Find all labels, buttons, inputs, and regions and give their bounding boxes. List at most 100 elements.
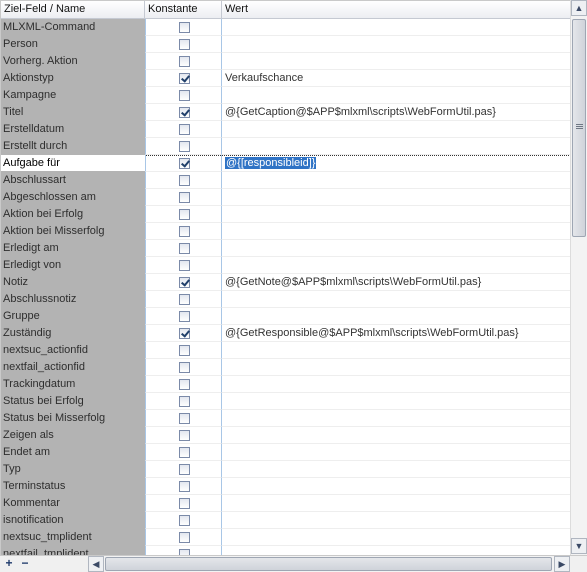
field-name-cell[interactable]: Kommentar	[1, 495, 145, 512]
table-row[interactable]: isnotification	[1, 512, 570, 529]
table-row[interactable]: nextfail_tmplident	[1, 546, 570, 555]
value-cell[interactable]	[222, 478, 570, 495]
table-row[interactable]: Zuständig @{GetResponsible@$APP$mlxml\scr…	[1, 325, 570, 342]
constant-checkbox[interactable]	[179, 39, 190, 50]
constant-checkbox[interactable]	[179, 73, 190, 84]
table-row[interactable]: Status bei Misserfolg	[1, 410, 570, 427]
value-cell[interactable]	[222, 342, 570, 359]
table-row[interactable]: Endet am	[1, 444, 570, 461]
table-row[interactable]: Person	[1, 36, 570, 53]
field-name-cell[interactable]: Erstellt durch	[1, 138, 145, 155]
value-cell[interactable]	[222, 427, 570, 444]
table-row[interactable]: Titel @{GetCaption@$APP$mlxml\scripts\Web…	[1, 104, 570, 121]
constant-checkbox[interactable]	[179, 90, 190, 101]
horizontal-scroll-thumb[interactable]	[105, 557, 552, 571]
constant-checkbox[interactable]	[179, 515, 190, 526]
value-cell[interactable]: @{[responsibleid]}	[222, 155, 570, 172]
value-cell[interactable]: @{GetNote@$APP$mlxml\scripts\WebFormUtil…	[222, 274, 570, 291]
scroll-down-button[interactable]: ▼	[571, 538, 587, 554]
value-cell[interactable]	[222, 172, 570, 189]
constant-checkbox[interactable]	[179, 22, 190, 33]
field-name-cell[interactable]: Vorherg. Aktion	[1, 53, 145, 70]
value-cell[interactable]	[222, 376, 570, 393]
table-row[interactable]: Trackingdatum	[1, 376, 570, 393]
vertical-scroll-thumb[interactable]	[572, 19, 586, 237]
value-cell[interactable]	[222, 257, 570, 274]
table-row[interactable]: Typ	[1, 461, 570, 478]
constant-checkbox[interactable]	[179, 107, 190, 118]
value-cell[interactable]	[222, 512, 570, 529]
constant-checkbox[interactable]	[179, 124, 190, 135]
value-cell[interactable]	[222, 53, 570, 70]
table-row[interactable]: Aktion bei Erfolg	[1, 206, 570, 223]
table-row[interactable]: Terminstatus	[1, 478, 570, 495]
table-row[interactable]: Erledigt von	[1, 257, 570, 274]
constant-checkbox[interactable]	[179, 481, 190, 492]
value-cell[interactable]: Verkaufschance	[222, 70, 570, 87]
field-name-cell[interactable]: Aktion bei Erfolg	[1, 206, 145, 223]
value-cell[interactable]	[222, 19, 570, 36]
field-name-cell[interactable]: nextsuc_actionfid	[1, 342, 145, 359]
field-name-cell[interactable]: nextfail_tmplident	[1, 546, 145, 555]
field-name-cell[interactable]: Status bei Erfolg	[1, 393, 145, 410]
scroll-left-button[interactable]: ◀	[88, 556, 104, 572]
field-name-cell[interactable]: Kampagne	[1, 87, 145, 104]
table-row[interactable]: Aufgabe für @{[responsibleid]}	[1, 155, 570, 172]
constant-checkbox[interactable]	[179, 226, 190, 237]
constant-checkbox[interactable]	[179, 379, 190, 390]
value-cell[interactable]	[222, 393, 570, 410]
column-header-name[interactable]: Ziel-Feld / Name	[1, 1, 145, 19]
horizontal-scrollbar[interactable]: ◀ ▶	[88, 556, 570, 572]
value-cell[interactable]	[222, 206, 570, 223]
value-cell[interactable]	[222, 291, 570, 308]
table-row[interactable]: nextsuc_tmplident	[1, 529, 570, 546]
value-cell[interactable]	[222, 138, 570, 155]
vertical-scrollbar[interactable]: ▲ ▼	[570, 0, 587, 555]
field-name-cell[interactable]: Status bei Misserfolg	[1, 410, 145, 427]
field-name-cell[interactable]: Erledigt am	[1, 240, 145, 257]
value-cell[interactable]	[222, 223, 570, 240]
field-name-cell[interactable]: nextsuc_tmplident	[1, 529, 145, 546]
constant-checkbox[interactable]	[179, 430, 190, 441]
constant-checkbox[interactable]	[179, 209, 190, 220]
value-cell[interactable]	[222, 546, 570, 555]
value-cell[interactable]	[222, 529, 570, 546]
field-name-cell[interactable]: isnotification	[1, 512, 145, 529]
table-row[interactable]: Abschlussart	[1, 172, 570, 189]
field-name-cell[interactable]: nextfail_actionfid	[1, 359, 145, 376]
field-name-cell[interactable]: Zuständig	[1, 325, 145, 342]
constant-checkbox[interactable]	[179, 294, 190, 305]
table-row[interactable]: Gruppe	[1, 308, 570, 325]
table-row[interactable]: Vorherg. Aktion	[1, 53, 570, 70]
table-row[interactable]: Erstelldatum	[1, 121, 570, 138]
field-name-cell[interactable]: Zeigen als	[1, 427, 145, 444]
constant-checkbox[interactable]	[179, 192, 190, 203]
column-header-constant[interactable]: Konstante	[145, 1, 222, 19]
field-name-cell[interactable]: Trackingdatum	[1, 376, 145, 393]
constant-checkbox[interactable]	[179, 141, 190, 152]
field-name-cell[interactable]: Aufgabe für	[1, 155, 145, 172]
constant-checkbox[interactable]	[179, 532, 190, 543]
field-name-cell[interactable]: Notiz	[1, 274, 145, 291]
field-name-cell[interactable]: Gruppe	[1, 308, 145, 325]
constant-checkbox[interactable]	[179, 413, 190, 424]
table-row[interactable]: Erstellt durch	[1, 138, 570, 155]
table-row[interactable]: MLXML-Command	[1, 19, 570, 36]
constant-checkbox[interactable]	[179, 464, 190, 475]
table-row[interactable]: Kommentar	[1, 495, 570, 512]
constant-checkbox[interactable]	[179, 362, 190, 373]
table-row[interactable]: Kampagne	[1, 87, 570, 104]
value-cell[interactable]: @{GetResponsible@$APP$mlxml\scripts\WebF…	[222, 325, 570, 342]
value-cell[interactable]: @{GetCaption@$APP$mlxml\scripts\WebFormU…	[222, 104, 570, 121]
value-cell[interactable]	[222, 121, 570, 138]
scroll-up-button[interactable]: ▲	[571, 0, 587, 16]
value-cell[interactable]	[222, 359, 570, 376]
field-name-cell[interactable]: Endet am	[1, 444, 145, 461]
add-row-button[interactable]: +	[2, 556, 16, 572]
constant-checkbox[interactable]	[179, 345, 190, 356]
table-row[interactable]: Zeigen als	[1, 427, 570, 444]
column-header-value[interactable]: Wert	[222, 1, 570, 19]
constant-checkbox[interactable]	[179, 311, 190, 322]
table-row[interactable]: Abgeschlossen am	[1, 189, 570, 206]
value-cell[interactable]	[222, 36, 570, 53]
